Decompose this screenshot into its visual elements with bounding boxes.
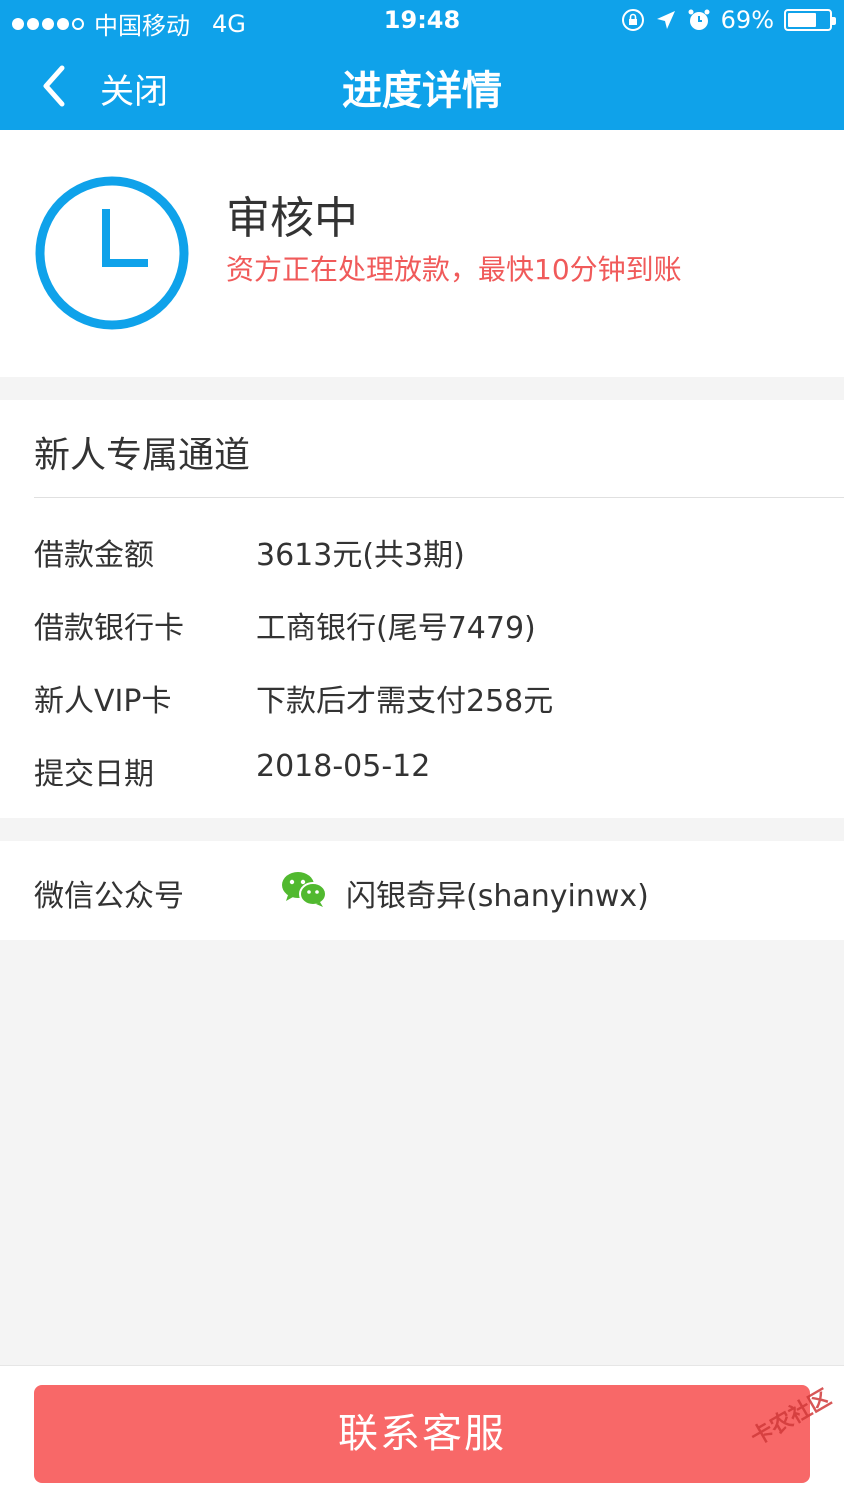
status-description: 资方正在处理放款，最快10分钟到账 — [226, 253, 682, 286]
info-row-bank-card: 借款银行卡 工商银行(尾号7479) — [34, 603, 834, 653]
wechat-card[interactable]: 微信公众号 闪银奇异(shanyinwx) — [0, 841, 844, 940]
info-value: 工商银行(尾号7479) — [256, 611, 536, 646]
info-label: 借款银行卡 — [34, 611, 184, 646]
loan-info-card: 新人专属通道 借款金额 3613元(共3期) 借款银行卡 工商银行(尾号7479… — [0, 400, 844, 818]
wechat-icon — [282, 872, 327, 907]
info-value: 3613元(共3期) — [256, 538, 465, 573]
location-icon — [656, 11, 675, 29]
status-card: 审核中 资方正在处理放款，最快10分钟到账 — [0, 130, 844, 377]
info-value: 下款后才需支付258元 — [256, 684, 554, 719]
info-value: 2018-05-12 — [256, 749, 431, 784]
status-title: 审核中 — [226, 193, 358, 244]
info-row-submit-date: 提交日期 2018-05-12 — [34, 749, 834, 799]
info-label: 新人VIP卡 — [34, 684, 172, 719]
loan-channel-title: 新人专属通道 — [34, 435, 251, 476]
nav-bar: 关闭 进度详情 — [0, 42, 844, 130]
page-title: 进度详情 — [342, 68, 502, 114]
bottom-bar: 联系客服 — [0, 1365, 844, 1500]
wechat-label: 微信公众号 — [34, 879, 184, 914]
divider — [34, 497, 844, 498]
info-row-vip-card: 新人VIP卡 下款后才需支付258元 — [34, 676, 834, 726]
top-bar: 中国移动 4G 19:48 69% 关闭 进度详情 — [0, 0, 844, 130]
info-row-amount: 借款金额 3613元(共3期) — [34, 530, 834, 580]
battery-icon — [784, 9, 836, 31]
battery-text: 69% — [720, 6, 774, 34]
wechat-account: 闪银奇异(shanyinwx) — [346, 879, 649, 914]
clock-icon — [35, 176, 189, 330]
contact-service-button[interactable]: 联系客服 — [34, 1385, 810, 1483]
status-bar: 中国移动 4G 19:48 69% — [0, 0, 844, 42]
alarm-icon — [688, 9, 710, 30]
status-right: 69% — [621, 6, 836, 34]
info-label: 借款金额 — [34, 538, 154, 573]
rotation-lock-icon — [621, 9, 644, 31]
info-label: 提交日期 — [34, 757, 154, 792]
